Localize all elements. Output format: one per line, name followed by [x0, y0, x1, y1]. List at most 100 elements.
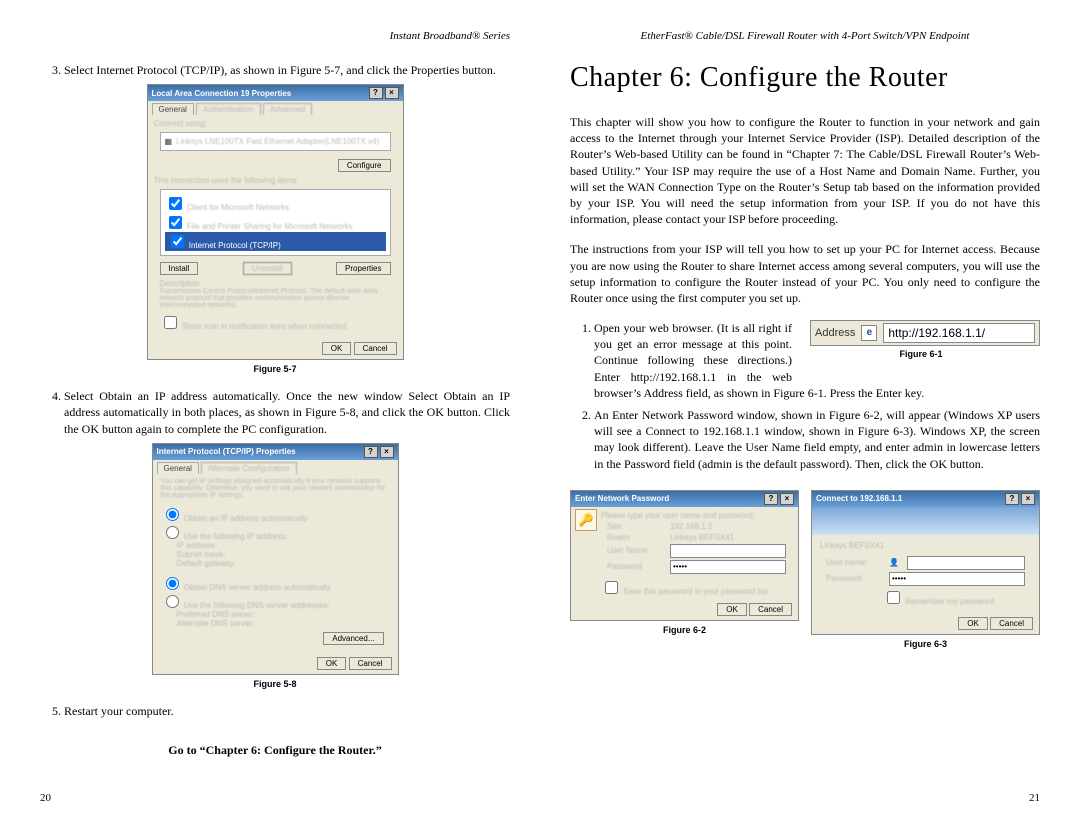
cancel-button[interactable]: Cancel	[990, 617, 1033, 630]
radio3-label: Obtain DNS server address automatically	[184, 583, 331, 592]
tab-auth[interactable]: Authentication	[196, 103, 261, 115]
radio-auto-ip[interactable]	[166, 508, 179, 521]
password-field[interactable]	[670, 560, 786, 574]
chapter-title: Chapter 6: Configure the Router	[570, 62, 1040, 94]
subnet-label: Subnet mask:	[161, 550, 390, 559]
dns1-label: Preferred DNS server:	[161, 610, 390, 619]
figure-5-7: Local Area Connection 19 Properties ? × …	[147, 84, 404, 360]
fig62-prompt: Please type your user name and password.	[601, 511, 792, 520]
ok-button[interactable]: OK	[322, 342, 352, 355]
item-tcpip: Internet Protocol (TCP/IP)	[189, 241, 281, 250]
advanced-button[interactable]: Advanced...	[323, 632, 383, 645]
fig58-title: Internet Protocol (TCP/IP) Properties	[157, 447, 296, 456]
username-field[interactable]	[670, 544, 786, 558]
chk-fileshare[interactable]	[169, 216, 182, 229]
steps-left-a: Select Internet Protocol (TCP/IP), as sh…	[40, 62, 510, 78]
connect-using-label: Connect using:	[154, 119, 397, 128]
help-icon[interactable]: ?	[369, 87, 383, 99]
step-5: Restart your computer.	[64, 703, 510, 719]
address-bar: Address e http://192.168.1.1/	[810, 320, 1040, 346]
item-client: Client for Microsoft Networks	[187, 203, 289, 212]
cancel-button[interactable]: Cancel	[349, 657, 392, 670]
cancel-button[interactable]: Cancel	[749, 603, 792, 616]
step-3: Select Internet Protocol (TCP/IP), as sh…	[64, 62, 510, 78]
gateway-label: Default gateway:	[161, 559, 390, 568]
ie-icon: e	[861, 325, 877, 341]
user-icon: 👤	[889, 558, 899, 567]
close-icon[interactable]: ×	[385, 87, 399, 99]
help-icon[interactable]: ?	[764, 493, 778, 505]
para-2: The instructions from your ISP will tell…	[570, 241, 1040, 306]
chk-client[interactable]	[169, 197, 182, 210]
site-value: 192.168.1.1	[670, 522, 712, 531]
help-icon[interactable]: ?	[364, 446, 378, 458]
realm-label: Realm	[607, 533, 662, 542]
fig58-caption: Figure 5-8	[40, 679, 510, 689]
radio4-label: Use the following DNS server addresses:	[184, 601, 330, 610]
figure-5-8: Internet Protocol (TCP/IP) Properties ? …	[152, 443, 399, 675]
radio-static-ip[interactable]	[166, 526, 179, 539]
fig57-caption: Figure 5-7	[40, 364, 510, 374]
page-left: Instant Broadband® Series Select Interne…	[40, 30, 510, 804]
showicon-label: Show icon in notification area when conn…	[182, 322, 347, 331]
fig62-title: Enter Network Password	[575, 494, 669, 503]
adapter-name: Linksys LNE100TX Fast Ethernet Adapter(L…	[176, 137, 379, 146]
radio-static-dns[interactable]	[166, 595, 179, 608]
pass-label: Password:	[826, 574, 881, 583]
tab-advanced[interactable]: Advanced	[263, 103, 313, 115]
configure-button[interactable]: Configure	[338, 159, 391, 172]
uninstall-button[interactable]: Uninstall	[243, 262, 292, 275]
steps-right: Address e http://192.168.1.1/ Figure 6-1…	[570, 320, 1040, 472]
ok-button[interactable]: OK	[317, 657, 347, 670]
radio1-label: Obtain an IP address automatically	[184, 514, 308, 523]
chk-tcpip[interactable]	[171, 235, 184, 248]
radio2-label: Use the following IP address:	[184, 532, 287, 541]
pass-label: Password	[607, 562, 662, 571]
site-label: Site:	[607, 522, 662, 531]
page-right: EtherFast® Cable/DSL Firewall Router wit…	[570, 30, 1040, 804]
fig57-title: Local Area Connection 19 Properties	[152, 89, 292, 98]
chk-savepw[interactable]	[605, 581, 618, 594]
password-field[interactable]	[889, 572, 1025, 586]
fig61-caption: Figure 6-1	[802, 348, 1040, 360]
page-number-right: 21	[1029, 792, 1040, 804]
header-right: EtherFast® Cable/DSL Firewall Router wit…	[570, 30, 1040, 42]
close-icon[interactable]: ×	[780, 493, 794, 505]
nic-icon: ▦	[165, 137, 173, 146]
tab-altconfig[interactable]: Alternate Configuration	[201, 462, 297, 474]
realm-value: Linksys BEFSX41	[670, 533, 734, 542]
figure-6-3: Connect to 192.168.1.1 ? × Linksys BEFSX…	[811, 490, 1040, 635]
chk-showicon[interactable]	[164, 316, 177, 329]
fig63-title: Connect to 192.168.1.1	[816, 494, 902, 503]
chk-remember[interactable]	[887, 591, 900, 604]
step-4: Select Obtain an IP address automaticall…	[64, 388, 510, 437]
user-label: User Name	[607, 546, 662, 555]
fig63-caption: Figure 6-3	[811, 639, 1040, 649]
figure-6-2: Enter Network Password ? × 🔑 Please type…	[570, 490, 799, 621]
ok-button[interactable]: OK	[958, 617, 988, 630]
header-left: Instant Broadband® Series	[40, 30, 510, 42]
page-number-left: 20	[40, 792, 51, 804]
ok-button[interactable]: OK	[717, 603, 747, 616]
steps-left-b: Select Obtain an IP address automaticall…	[40, 388, 510, 437]
close-icon[interactable]: ×	[1021, 493, 1035, 505]
tab-general[interactable]: General	[152, 103, 194, 115]
help-icon[interactable]: ?	[1005, 493, 1019, 505]
step-2: An Enter Network Password window, shown …	[594, 407, 1040, 472]
dns2-label: Alternate DNS server:	[161, 619, 390, 628]
username-field[interactable]	[907, 556, 1025, 570]
ip-label: IP address:	[161, 541, 390, 550]
fig62-caption: Figure 6-2	[570, 625, 799, 635]
fig58-intro: You can get IP settings assigned automat…	[161, 478, 390, 499]
close-icon[interactable]: ×	[380, 446, 394, 458]
install-button[interactable]: Install	[160, 262, 199, 275]
radio-auto-dns[interactable]	[166, 577, 179, 590]
tab-general[interactable]: General	[157, 462, 199, 474]
steps-left-c: Restart your computer.	[40, 703, 510, 719]
desc-label: Description	[160, 279, 391, 288]
cancel-button[interactable]: Cancel	[354, 342, 397, 355]
address-url[interactable]: http://192.168.1.1/	[883, 323, 1035, 343]
properties-button[interactable]: Properties	[336, 262, 390, 275]
desc-text: Transmission Control Protocol/Internet P…	[160, 288, 391, 309]
uses-label: This connection uses the following items…	[154, 176, 397, 185]
